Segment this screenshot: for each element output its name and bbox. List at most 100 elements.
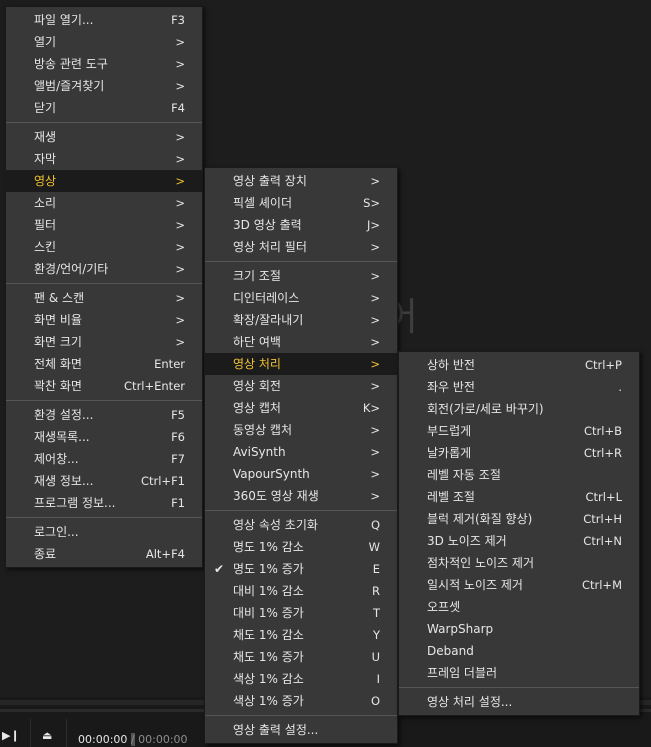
- menu-item-label: 레벨 자동 조절: [427, 468, 501, 482]
- processing-menu-item-16[interactable]: 영상 처리 설정...: [399, 691, 639, 713]
- menu-item-label: 영상 속성 초기화: [233, 518, 318, 532]
- main-menu-item-21[interactable]: 재생목록... F6: [6, 426, 202, 448]
- menu-item-shortcut: E: [372, 562, 380, 576]
- main-menu-item-11[interactable]: 스킨 >: [6, 236, 202, 258]
- menu-item-label: 대비 1% 감소: [233, 584, 304, 598]
- video-menu-item-22[interactable]: 채도 1% 감소 Y: [205, 624, 397, 646]
- menu-item-shortcut: O: [370, 694, 380, 708]
- processing-menu-item-10[interactable]: 일시적 노이즈 제거 Ctrl+M: [399, 574, 639, 596]
- video-menu-item-8[interactable]: 하단 여백 >: [205, 331, 397, 353]
- menu-item-label: 오프셋: [427, 600, 461, 614]
- menu-item-label: WarpSharp: [427, 622, 494, 636]
- video-menu-item-13[interactable]: AviSynth >: [205, 441, 397, 463]
- main-menu-item-7[interactable]: 자막 >: [6, 148, 202, 170]
- processing-menu-item-8[interactable]: 3D 노이즈 제거 Ctrl+N: [399, 530, 639, 552]
- processing-menu-item-5[interactable]: 레벨 자동 조절: [399, 464, 639, 486]
- processing-menu-item-12[interactable]: WarpSharp: [399, 618, 639, 640]
- main-menu-item-8[interactable]: 영상 >: [6, 170, 202, 192]
- video-menu-item-23[interactable]: 채도 1% 증가 U: [205, 646, 397, 668]
- video-menu-item-10[interactable]: 영상 회전 >: [205, 375, 397, 397]
- video-menu-item-19[interactable]: ✔ 명도 1% 증가 E: [205, 558, 397, 580]
- video-menu-item-21[interactable]: 대비 1% 증가 T: [205, 602, 397, 624]
- video-menu-item-7[interactable]: 확장/잘라내기 >: [205, 309, 397, 331]
- processing-menu-item-0[interactable]: 상하 반전 Ctrl+P: [399, 354, 639, 376]
- main-menu-item-17[interactable]: 전체 화면 Enter: [6, 353, 202, 375]
- menu-item-shortcut: Ctrl+F1: [140, 474, 185, 488]
- main-menu-item-14[interactable]: 팬 & 스캔 >: [6, 287, 202, 309]
- processing-menu-item-2[interactable]: 회전(가로/세로 바꾸기): [399, 398, 639, 420]
- video-menu-item-9[interactable]: 영상 처리 >: [205, 353, 397, 375]
- video-menu-item-25[interactable]: 색상 1% 증가 O: [205, 690, 397, 712]
- main-menu-item-6[interactable]: 재생 >: [6, 126, 202, 148]
- submenu-arrow-icon: >: [175, 57, 185, 71]
- video-menu-item-3[interactable]: 영상 처리 필터 >: [205, 236, 397, 258]
- main-menu-item-24[interactable]: 프로그램 정보... F1: [6, 492, 202, 514]
- video-menu-item-24[interactable]: 색상 1% 감소 I: [205, 668, 397, 690]
- menu-item-label: 꽉찬 화면: [34, 379, 82, 393]
- video-menu-item-14[interactable]: VapourSynth >: [205, 463, 397, 485]
- processing-menu-item-4[interactable]: 날카롭게 Ctrl+R: [399, 442, 639, 464]
- processing-menu-item-9[interactable]: 점차적인 노이즈 제거: [399, 552, 639, 574]
- video-menu-item-1[interactable]: 픽셀 셰이더 S>: [205, 192, 397, 214]
- menu-item-label: 프레임 더블러: [427, 666, 498, 680]
- video-menu-item-5[interactable]: 크기 조절 >: [205, 265, 397, 287]
- video-menu-item-0[interactable]: 영상 출력 장치 >: [205, 170, 397, 192]
- main-menu-item-26[interactable]: 로그인...: [6, 521, 202, 543]
- play-pause-icon[interactable]: ▶❙: [2, 729, 20, 742]
- video-menu-item-11[interactable]: 영상 캡처 K>: [205, 397, 397, 419]
- menu-item-label: 3D 노이즈 제거: [427, 534, 507, 548]
- menu-item-label: 레벨 조절: [427, 490, 475, 504]
- menu-item-label: 영상 처리 설정...: [427, 695, 513, 709]
- processing-menu-item-6[interactable]: 레벨 조절 Ctrl+L: [399, 486, 639, 508]
- video-menu-item-6[interactable]: 디인터레이스 >: [205, 287, 397, 309]
- time-display: 00:00:00 / 00:00:00: [78, 733, 188, 746]
- submenu-arrow-icon: >: [370, 240, 380, 254]
- main-menu-item-20[interactable]: 환경 설정... F5: [6, 404, 202, 426]
- processing-menu-item-3[interactable]: 부드럽게 Ctrl+B: [399, 420, 639, 442]
- submenu-arrow-icon: >: [175, 196, 185, 210]
- processing-menu-item-11[interactable]: 오프셋: [399, 596, 639, 618]
- main-menu-item-18[interactable]: 꽉찬 화면 Ctrl+Enter: [6, 375, 202, 397]
- eject-icon[interactable]: ⏏: [42, 729, 52, 742]
- submenu-arrow-icon: >: [175, 130, 185, 144]
- menu-separator: [6, 122, 202, 123]
- video-menu-item-18[interactable]: 명도 1% 감소 W: [205, 536, 397, 558]
- main-menu-item-16[interactable]: 화면 크기 >: [6, 331, 202, 353]
- main-menu-item-15[interactable]: 화면 비율 >: [6, 309, 202, 331]
- submenu-arrow-icon: S>: [363, 196, 380, 210]
- main-menu-item-10[interactable]: 필터 >: [6, 214, 202, 236]
- video-menu-item-20[interactable]: 대비 1% 감소 R: [205, 580, 397, 602]
- main-menu-item-22[interactable]: 제어창... F7: [6, 448, 202, 470]
- video-menu-item-27[interactable]: 영상 출력 설정...: [205, 719, 397, 741]
- main-menu-item-4[interactable]: 닫기 F4: [6, 97, 202, 119]
- processing-menu-item-1[interactable]: 좌우 반전.: [399, 376, 639, 398]
- main-menu-item-1[interactable]: 열기 >: [6, 31, 202, 53]
- menu-item-label: 열기: [34, 35, 57, 49]
- video-menu-item-12[interactable]: 동영상 캡처 >: [205, 419, 397, 441]
- processing-menu-item-13[interactable]: Deband: [399, 640, 639, 662]
- menu-item-label: 디인터레이스: [233, 291, 300, 305]
- menu-item-label: 영상 처리: [233, 357, 281, 371]
- video-menu-item-15[interactable]: 360도 영상 재생 >: [205, 485, 397, 507]
- processing-menu-item-14[interactable]: 프레임 더블러: [399, 662, 639, 684]
- main-menu-item-23[interactable]: 재생 정보... Ctrl+F1: [6, 470, 202, 492]
- submenu-arrow-icon: >: [370, 423, 380, 437]
- main-menu-item-12[interactable]: 환경/언어/기타 >: [6, 258, 202, 280]
- main-menu-item-3[interactable]: 앨범/즐겨찾기 >: [6, 75, 202, 97]
- main-menu-item-0[interactable]: 파일 열기... F3: [6, 9, 202, 31]
- menu-item-label: 영상 처리 필터: [233, 240, 307, 254]
- menu-item-label: 일시적 노이즈 제거: [427, 578, 523, 592]
- menu-item-shortcut: Ctrl+R: [583, 446, 622, 460]
- video-menu-item-17[interactable]: 영상 속성 초기화 Q: [205, 514, 397, 536]
- main-menu-item-2[interactable]: 방송 관련 도구 >: [6, 53, 202, 75]
- processing-menu-item-7[interactable]: 블럭 제거(화질 향상) Ctrl+H: [399, 508, 639, 530]
- menu-item-shortcut: T: [372, 606, 380, 620]
- main-menu-item-9[interactable]: 소리 >: [6, 192, 202, 214]
- menu-item-label: AviSynth: [233, 445, 286, 459]
- menu-separator: [6, 400, 202, 401]
- main-context-menu: 파일 열기... F3 열기 > 방송 관련 도구 > 앨범/즐겨찾기 > 닫기 F4 재생 > 자막 >…: [5, 6, 203, 568]
- submenu-arrow-icon: >: [175, 152, 185, 166]
- main-menu-item-27[interactable]: 종료 Alt+F4: [6, 543, 202, 565]
- video-menu-item-2[interactable]: 3D 영상 출력 J>: [205, 214, 397, 236]
- menu-item-label: 대비 1% 증가: [233, 606, 304, 620]
